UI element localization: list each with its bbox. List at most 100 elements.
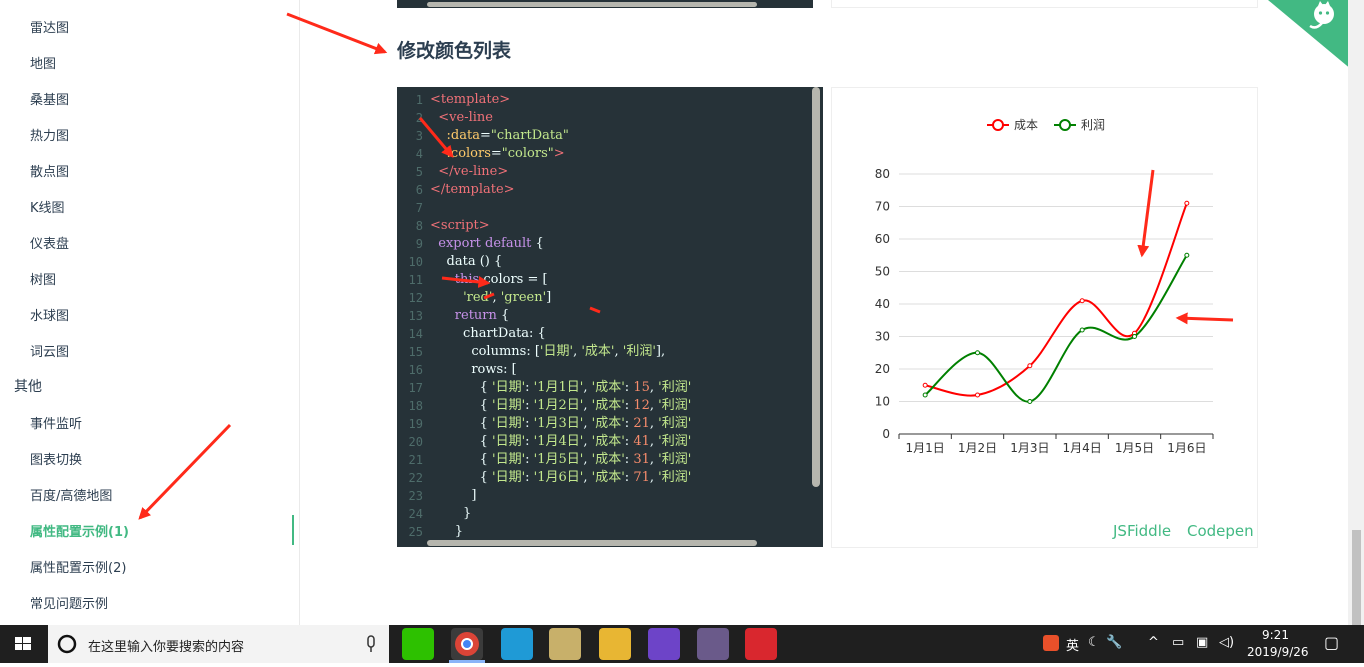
code-text: { '日期': '1月2日', '成本': 12, '利润' (430, 398, 692, 413)
sidebar-item-liquidfill[interactable]: 水球图 (30, 305, 69, 324)
code-line[interactable]: 6 </template> (397, 181, 812, 199)
page-scrollbar[interactable] (1348, 0, 1364, 625)
line-number: 23 (408, 489, 423, 503)
line-number: 11 (408, 273, 423, 287)
legend-label: 利润 (1081, 118, 1105, 132)
line-number: 14 (408, 327, 423, 341)
wrench-icon[interactable]: 🔧 (1106, 635, 1122, 650)
chart-preview: 0 10 20 30 40 50 60 70 80 1月1日 1月2日 1月3日 1月4日 1月5日 1月6… (831, 87, 1258, 548)
notepad-icon[interactable] (549, 628, 581, 660)
webstorm-icon[interactable] (501, 628, 533, 660)
sidebar-item-candle[interactable]: K线图 (30, 197, 65, 216)
sidebar-item-sankey[interactable]: 桑基图 (30, 89, 69, 108)
sidebar-item-props-example-2[interactable]: 属性配置示例(2) (30, 557, 126, 576)
microphone-icon[interactable] (364, 625, 378, 663)
code-line[interactable]: 13 return { (397, 307, 812, 325)
code-line[interactable]: 25 } (397, 523, 812, 541)
wechat-icon[interactable] (402, 628, 434, 660)
page-scrollbar-thumb[interactable] (1352, 530, 1361, 625)
sogou-icon[interactable] (1043, 635, 1059, 651)
moon-icon[interactable]: ☾ (1088, 635, 1100, 650)
code-line[interactable]: 24 } (397, 505, 812, 523)
jsfiddle-link[interactable]: JSFiddle (1113, 522, 1171, 540)
sidebar-item-chart-switch[interactable]: 图表切换 (30, 449, 82, 468)
code-text: columns: ['日期', '成本', '利润'], (430, 344, 666, 359)
codepen-link[interactable]: Codepen (1187, 522, 1254, 540)
code-line[interactable]: 3 :data="chartData" (397, 127, 812, 145)
code-line[interactable]: 16 rows: [ (397, 361, 812, 379)
code-text: { '日期': '1月3日', '成本': 21, '利润' (430, 416, 692, 431)
app-icon[interactable] (697, 628, 729, 660)
data-point (1027, 363, 1033, 369)
sidebar-item-faq-examples[interactable]: 常见问题示例 (30, 593, 108, 612)
notification-icon[interactable]: ▢ (1324, 633, 1339, 652)
sidebar-item-wordcloud[interactable]: 词云图 (30, 341, 69, 360)
data-point (1027, 399, 1033, 404)
sidebar-item-scatter[interactable]: 散点图 (30, 161, 69, 180)
code-line[interactable]: 21 { '日期': '1月5日', '成本': 31, '利润' (397, 451, 812, 469)
clock-time[interactable]: 9:21 (1262, 628, 1289, 642)
data-point (975, 392, 980, 398)
code-line[interactable]: 8 <script> (397, 217, 812, 235)
code-text: chartData: { (430, 326, 546, 341)
sidebar-item-map[interactable]: 地图 (30, 53, 56, 72)
y-tick-label: 80 (875, 167, 890, 181)
code-line[interactable]: 19 { '日期': '1月3日', '成本': 21, '利润' (397, 415, 812, 433)
code-line[interactable]: 17 { '日期': '1月1日', '成本': 15, '利润' (397, 379, 812, 397)
line-number: 17 (408, 381, 423, 395)
volume-icon[interactable]: ◁) (1219, 635, 1234, 650)
y-tick-label: 0 (882, 427, 890, 441)
data-point (1132, 334, 1137, 339)
network-icon[interactable]: ▣ (1196, 635, 1208, 650)
active-indicator (292, 515, 294, 545)
chevron-up-icon[interactable]: ^ (1148, 635, 1159, 650)
line-chart: 0 10 20 30 40 50 60 70 80 1月1日 1月2日 1月3日 1月4日 1月5日 1月6… (875, 118, 1214, 455)
sidebar-item-radar[interactable]: 雷达图 (30, 17, 69, 36)
code-line[interactable]: 18 { '日期': '1月2日', '成本': 12, '利润' (397, 397, 812, 415)
sidebar-item-bmap-amap[interactable]: 百度/高德地图 (30, 485, 112, 504)
line-number: 4 (415, 147, 423, 161)
line-number: 9 (415, 237, 423, 251)
code-line[interactable]: 23 ] (397, 487, 812, 505)
line-number: 2 (415, 111, 423, 125)
code-editor[interactable]: 1 <template> 2 <ve-line 3 :data="chartData"… (397, 87, 823, 547)
code-line[interactable]: 22 { '日期': '1月6日', '成本': 71, '利润' (397, 469, 812, 487)
chrome-icon[interactable] (451, 628, 483, 660)
code-line[interactable]: 5 </ve-line> (397, 163, 812, 181)
code-line[interactable]: 4 :colors="colors"> (397, 145, 812, 163)
app-red-icon[interactable] (745, 628, 777, 660)
code-line[interactable]: 11 this.colors = [ (397, 271, 812, 289)
file-explorer-icon[interactable] (599, 628, 631, 660)
code-text: } (430, 506, 472, 521)
sidebar-item-gauge[interactable]: 仪表盘 (30, 233, 69, 252)
code-line[interactable]: 10 data () { (397, 253, 812, 271)
code-line[interactable]: 14 chartData: { (397, 325, 812, 343)
start-button[interactable] (0, 625, 46, 663)
ime-label[interactable]: 英 (1066, 635, 1079, 654)
legend-label: 成本 (1014, 118, 1038, 132)
line-number: 20 (408, 435, 423, 449)
y-tick-label: 30 (875, 330, 890, 344)
sidebar-item-props-example-1[interactable]: 属性配置示例(1) (30, 521, 129, 540)
battery-icon[interactable]: ▭ (1172, 635, 1184, 650)
code-line[interactable]: 1 <template> (397, 91, 812, 109)
code-vertical-scrollbar[interactable] (812, 87, 820, 487)
sidebar-item-events[interactable]: 事件监听 (30, 413, 82, 432)
code-line[interactable]: 12 'red', 'green'] (397, 289, 812, 307)
code-text: </ve-line> (438, 164, 509, 179)
taskbar-search[interactable]: 在这里输入你要搜索的内容 (48, 625, 389, 663)
x-tick-label: 1月5日 (1115, 441, 1154, 455)
code-line[interactable]: 15 columns: ['日期', '成本', '利润'], (397, 343, 812, 361)
previous-chart-block (831, 0, 1258, 8)
previous-code-scrollbar[interactable] (427, 2, 757, 7)
code-horizontal-scrollbar[interactable] (427, 540, 757, 546)
code-line[interactable]: 2 <ve-line (397, 109, 812, 127)
sidebar: 雷达图 地图 桑基图 热力图 散点图 K线图 仪表盘 树图 水球图 词云图 其他… (0, 0, 300, 625)
sidebar-item-heatmap[interactable]: 热力图 (30, 125, 69, 144)
code-line[interactable]: 9 export default { (397, 235, 812, 253)
intellij-icon[interactable] (648, 628, 680, 660)
sidebar-item-tree[interactable]: 树图 (30, 269, 56, 288)
clock-date[interactable]: 2019/9/26 (1247, 645, 1309, 659)
code-line[interactable]: 20 { '日期': '1月4日', '成本': 41, '利润' (397, 433, 812, 451)
code-line[interactable]: 7 (397, 199, 812, 217)
